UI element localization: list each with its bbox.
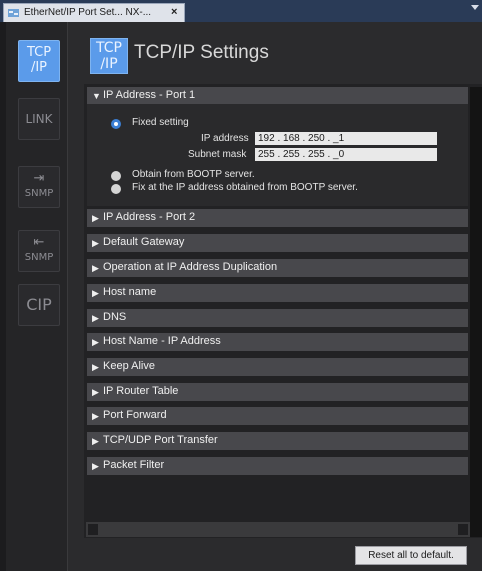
chevron-right-icon: ▶ xyxy=(92,362,99,372)
page-title: TCP/IP Settings xyxy=(134,42,269,63)
snmp-send-icon: ⇥ SNMP xyxy=(19,171,59,201)
icon-line: SNMP xyxy=(24,188,54,199)
subnet-mask-label: Subnet mask xyxy=(188,149,247,160)
icon-line: TCP xyxy=(96,40,122,56)
vertical-scrollbar[interactable] xyxy=(470,87,482,537)
section-port-forward[interactable]: ▶ Port Forward xyxy=(87,407,468,425)
close-icon[interactable]: × xyxy=(171,6,177,18)
chevron-right-icon: ▶ xyxy=(92,461,99,471)
sidebar: TCP /IP LINK ⇥ SNMP ⇤ SNMP CIP xyxy=(6,22,68,571)
section-tcp-udp-port-transfer[interactable]: ▶ TCP/UDP Port Transfer xyxy=(87,432,468,450)
scroll-right-button[interactable] xyxy=(458,524,468,535)
bootp-radio[interactable] xyxy=(111,171,121,181)
bootp-fix-radio[interactable] xyxy=(111,184,121,194)
snmp-receive-icon: ⇤ SNMP xyxy=(19,235,59,265)
chevron-right-icon: ▶ xyxy=(92,387,99,397)
chevron-right-icon: ▶ xyxy=(92,263,99,273)
section-label: Default Gateway xyxy=(103,236,185,248)
scroll-left-button[interactable] xyxy=(88,524,98,535)
section-label: IP Router Table xyxy=(103,385,179,397)
section-ip-address-port-2[interactable]: ▶ IP Address - Port 2 xyxy=(87,209,468,227)
tab-title: EtherNet/IP Port Set... NX-... xyxy=(24,7,152,18)
icon-line: TCP xyxy=(26,45,52,60)
sidebar-item-link[interactable]: LINK xyxy=(18,98,60,140)
subnet-mask-field[interactable]: 255 . 255 . 255 . _0 xyxy=(255,148,437,161)
bootp-label: Obtain from BOOTP server. xyxy=(132,169,255,180)
chevron-down-icon: ▼ xyxy=(92,91,101,101)
section-ip-router-table[interactable]: ▶ IP Router Table xyxy=(87,383,468,401)
section-keep-alive[interactable]: ▶ Keep Alive xyxy=(87,358,468,376)
section-label: IP Address - Port 2 xyxy=(103,211,196,223)
section-label: DNS xyxy=(103,311,127,323)
icon-line: /IP xyxy=(30,60,48,75)
bootp-fix-label: Fix at the IP address obtained from BOOT… xyxy=(132,182,358,193)
title-bar: EtherNet/IP Port Set... NX-... × xyxy=(0,0,482,22)
icon-line: ⇤ xyxy=(33,235,45,250)
section-host-name[interactable]: ▶ Host name xyxy=(87,284,468,302)
cip-icon: CIP xyxy=(26,295,52,314)
fixed-setting-radio[interactable] xyxy=(111,119,121,129)
section-ip-address-port-1[interactable]: ▼ IP Address - Port 1 xyxy=(87,87,468,105)
section-label: Host name xyxy=(103,286,157,298)
chevron-right-icon: ▶ xyxy=(92,337,99,347)
horizontal-scrollbar[interactable] xyxy=(86,522,470,537)
ip-address-field[interactable]: 192 . 168 . 250 . _1 xyxy=(255,132,437,145)
section-dns[interactable]: ▶ DNS xyxy=(87,309,468,327)
chevron-right-icon: ▶ xyxy=(92,313,99,323)
section-host-name-ip-address[interactable]: ▶ Host Name - IP Address xyxy=(87,333,468,351)
section-label: TCP/UDP Port Transfer xyxy=(103,434,218,446)
chevron-right-icon: ▶ xyxy=(92,436,99,446)
chevron-right-icon: ▶ xyxy=(92,411,99,421)
network-settings-icon xyxy=(8,9,19,17)
fixed-setting-label: Fixed setting xyxy=(132,117,189,128)
tab-menu-icon[interactable] xyxy=(471,5,479,10)
reset-all-button[interactable]: Reset all to default. xyxy=(355,546,467,565)
section-ip-duplication[interactable]: ▶ Operation at IP Address Duplication xyxy=(87,259,468,277)
icon-line: SNMP xyxy=(24,252,54,263)
tcp-ip-icon: TCP /IP xyxy=(19,45,59,75)
tcp-ip-header-icon: TCP /IP xyxy=(90,38,128,74)
sidebar-item-cip[interactable]: CIP xyxy=(18,284,60,326)
sidebar-item-snmp-send[interactable]: ⇥ SNMP xyxy=(18,166,60,208)
section-label: Host Name - IP Address xyxy=(103,335,221,347)
icon-line: ⇥ xyxy=(33,171,45,186)
icon-line: /IP xyxy=(100,56,118,72)
section-label: Port Forward xyxy=(103,409,167,421)
sidebar-item-tcp-ip[interactable]: TCP /IP xyxy=(18,40,60,82)
section-label: Keep Alive xyxy=(103,360,155,372)
ip-address-label: IP address xyxy=(201,133,249,144)
link-icon: LINK xyxy=(25,112,53,126)
chevron-right-icon: ▶ xyxy=(92,238,99,248)
section-label: Operation at IP Address Duplication xyxy=(103,261,278,273)
chevron-right-icon: ▶ xyxy=(92,213,99,223)
section-label: IP Address - Port 1 xyxy=(103,89,196,101)
chevron-right-icon: ▶ xyxy=(92,288,99,298)
sidebar-item-snmp-receive[interactable]: ⇤ SNMP xyxy=(18,230,60,272)
section-default-gateway[interactable]: ▶ Default Gateway xyxy=(87,234,468,252)
section-packet-filter[interactable]: ▶ Packet Filter xyxy=(87,457,468,475)
document-tab[interactable]: EtherNet/IP Port Set... NX-... × xyxy=(3,3,185,22)
section-label: Packet Filter xyxy=(103,459,165,471)
